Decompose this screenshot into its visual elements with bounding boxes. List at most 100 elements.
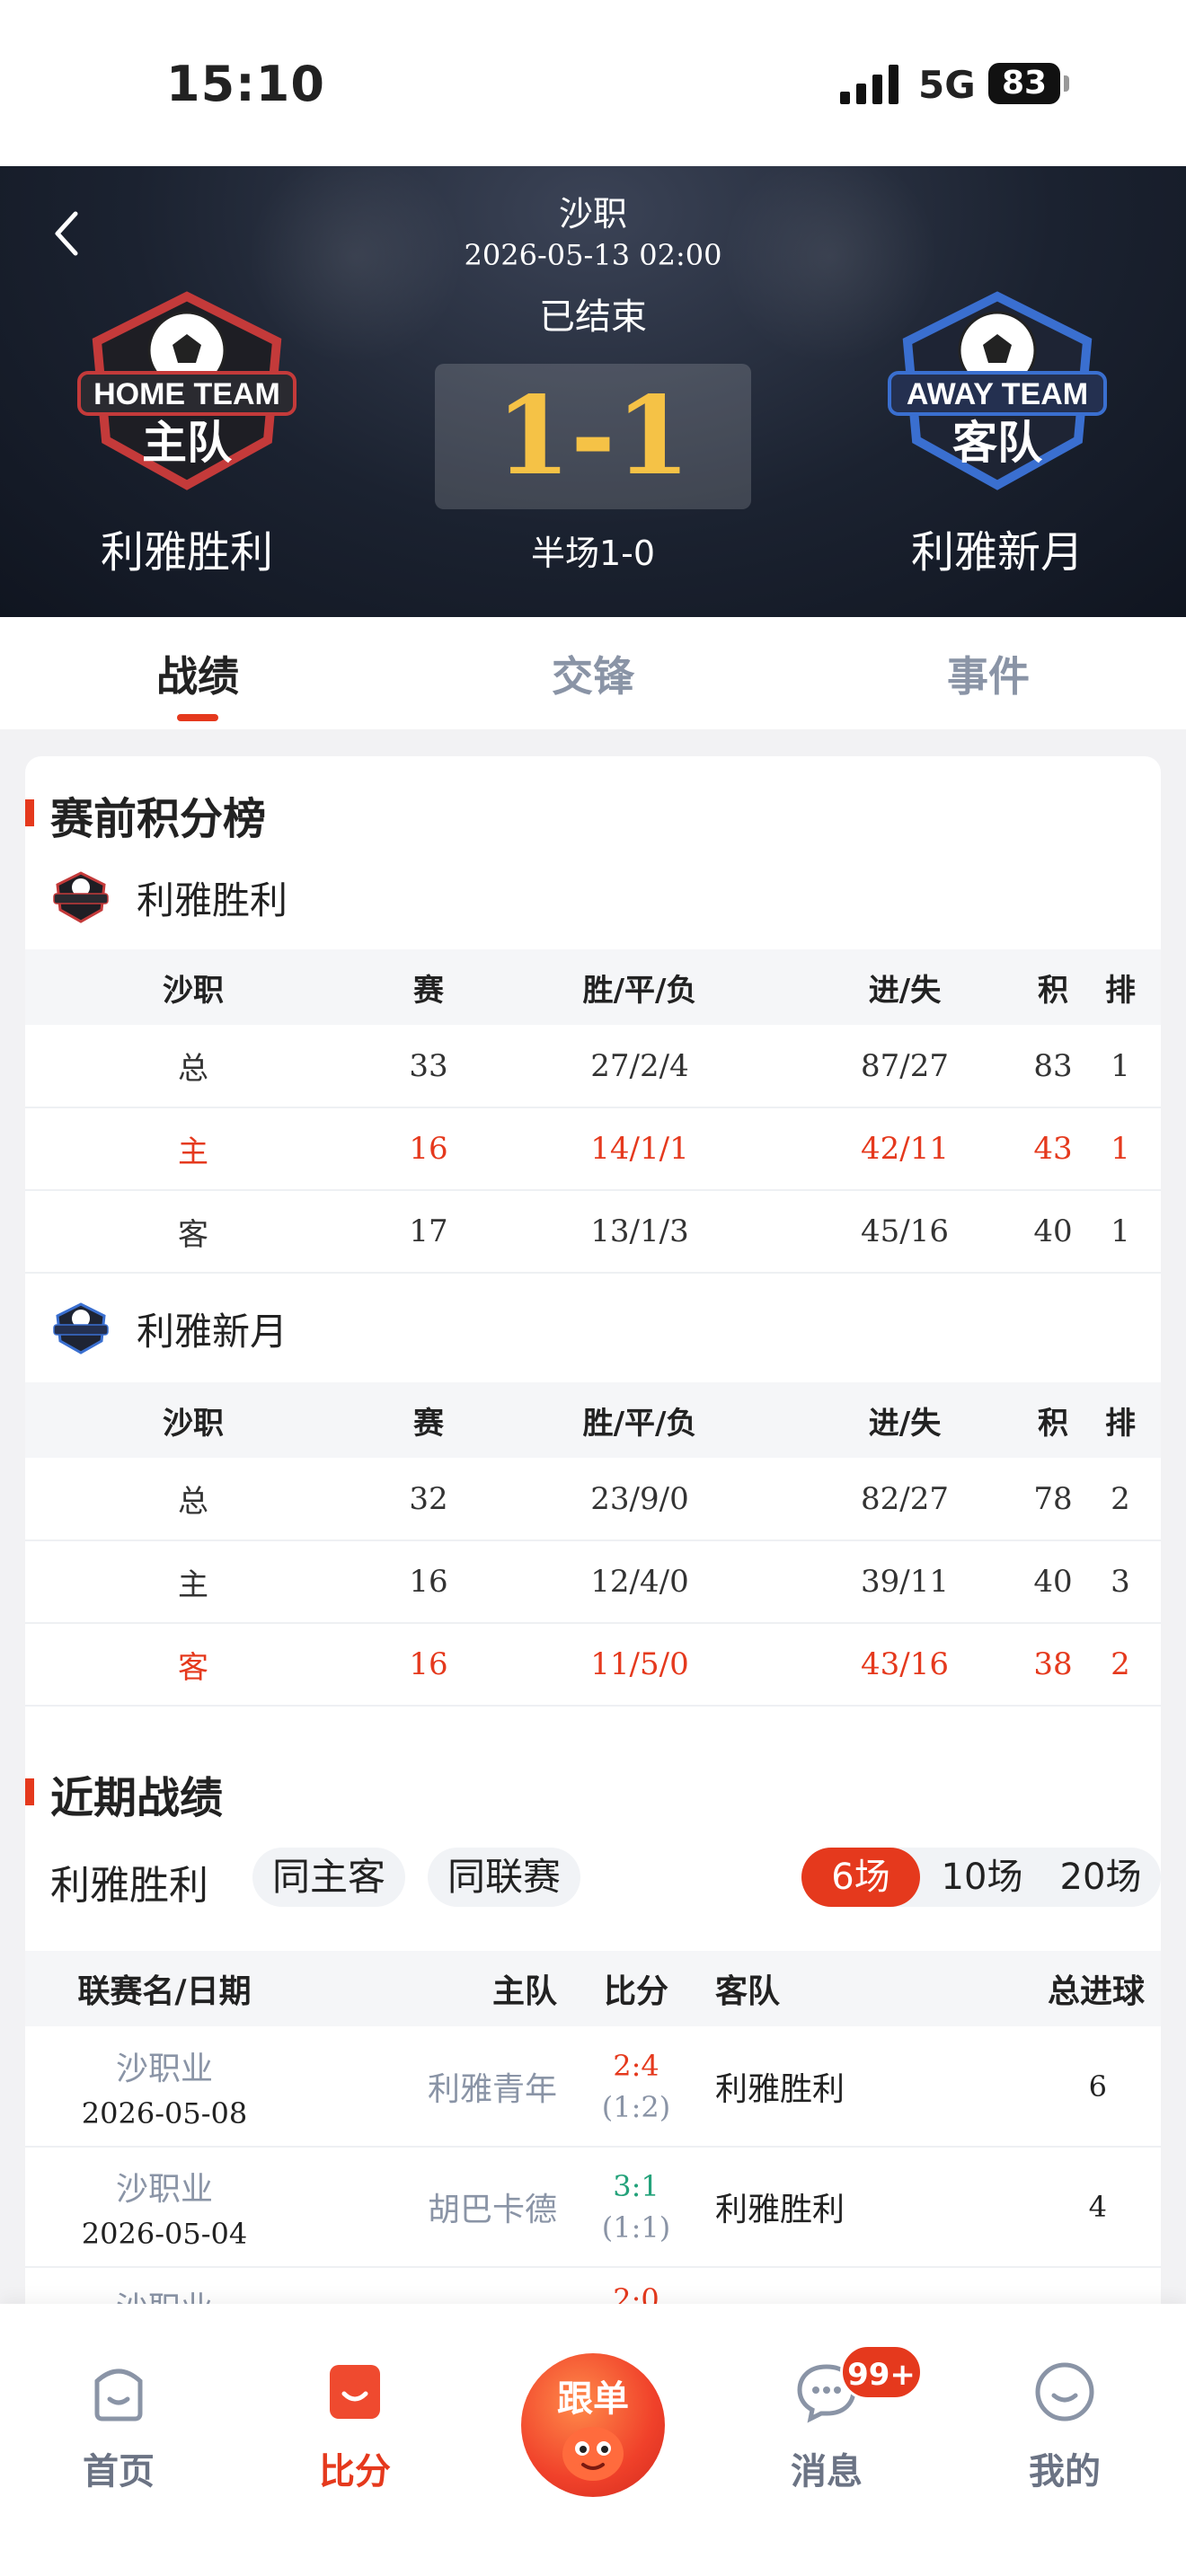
table-row: 客 17 13/1/3 45/16 40 1 [25, 1190, 1161, 1274]
row-label: 客 [25, 1190, 361, 1274]
row-total-goals: 4 [960, 2147, 1161, 2268]
cell-rank: 1 [1080, 1190, 1161, 1274]
row-away-team: 利雅胜利 [690, 2147, 960, 2268]
col-header: 沙职 [25, 1382, 361, 1458]
cell-wdl: 11/5/0 [496, 1623, 783, 1707]
col-header: 进/失 [783, 949, 1026, 1025]
cell-played: 33 [361, 1025, 496, 1108]
cell-goals: 39/11 [783, 1540, 1026, 1624]
match-datetime: 2026-05-13 02:00 [464, 238, 722, 272]
col-header: 赛 [361, 1382, 496, 1458]
cell-points: 43 [1026, 1107, 1080, 1191]
standings-title: 赛前积分榜 [50, 794, 267, 844]
home-face-icon [94, 2369, 143, 2422]
cell-rank: 2 [1080, 1623, 1161, 1707]
away-team-mini-logo [53, 1302, 109, 1354]
filter-same-league[interactable]: 同联赛 [428, 1848, 581, 1907]
section-marker [25, 1778, 34, 1805]
recent-title: 近期战绩 [50, 1773, 224, 1823]
nav-score-label: 比分 [319, 2451, 391, 2492]
battery-icon: 83 [988, 63, 1060, 104]
nav-home[interactable]: 首页 [51, 2358, 186, 2494]
count-6[interactable]: 6场 [801, 1848, 920, 1907]
nav-messages-label: 消息 [791, 2451, 863, 2492]
table-row: 总 32 23/9/0 82/27 78 2 [25, 1458, 1161, 1541]
row-score: 3:1 [613, 2169, 659, 2203]
col-header: 排 [1080, 949, 1161, 1025]
follow-bet-button[interactable]: 跟单 [521, 2353, 665, 2497]
standings-team-home: 利雅胜利 [50, 866, 288, 929]
count-10[interactable]: 10场 [924, 1848, 1040, 1907]
cell-points: 40 [1026, 1190, 1080, 1274]
standings-team-away: 利雅新月 [50, 1297, 288, 1360]
match-header: 沙职 2026-05-13 02:00 已结束 HOME TEAM 主队 AWA… [0, 166, 1186, 617]
home-logo-line2: 主队 [142, 417, 233, 469]
tab-head-to-head[interactable]: 交锋 [503, 644, 683, 703]
row-league: 沙职业 [115, 2050, 213, 2087]
col-header: 进/失 [783, 1382, 1026, 1458]
table-row[interactable]: 沙职业 2026-05-08 利雅青年 2:4 (1:2) 利雅胜利 6 [25, 2026, 1161, 2148]
cell-rank: 1 [1080, 1107, 1161, 1191]
col-header: 总进球 [960, 1951, 1161, 2026]
nav-profile[interactable]: 我的 [997, 2358, 1132, 2494]
cell-goals: 87/27 [783, 1025, 1026, 1108]
col-header: 胜/平/负 [496, 949, 783, 1025]
row-label: 主 [25, 1107, 361, 1191]
active-tab-indicator [177, 714, 218, 721]
tab-events[interactable]: 事件 [898, 644, 1078, 703]
home-logo-line1: HOME TEAM [93, 377, 280, 411]
row-date: 2026-05-04 [81, 2217, 248, 2251]
cell-goals: 45/16 [783, 1190, 1026, 1274]
row-league: 沙职业 [115, 2171, 213, 2208]
away-team-name[interactable]: 利雅新月 [845, 516, 1150, 579]
cell-goals: 42/11 [783, 1107, 1026, 1191]
league-name: 沙职 [558, 194, 627, 234]
cell-rank: 3 [1080, 1540, 1161, 1624]
row-away-team: 利雅胜利 [690, 2026, 960, 2148]
cell-points: 78 [1026, 1458, 1080, 1541]
count-20[interactable]: 20场 [1042, 1848, 1159, 1907]
unread-badge: 99+ [840, 2344, 923, 2400]
battery-cap [1064, 75, 1069, 92]
follow-bet-label: 跟单 [557, 2378, 629, 2420]
nav-profile-label: 我的 [1029, 2451, 1101, 2492]
final-score: 1-1 [435, 364, 751, 509]
home-team-name[interactable]: 利雅胜利 [34, 516, 340, 579]
nav-score[interactable]: 比分 [288, 2358, 422, 2494]
tab-record[interactable]: 战绩 [108, 644, 288, 703]
profile-smile-icon [1035, 2362, 1094, 2422]
col-header: 胜/平/负 [496, 1382, 783, 1458]
standings-table-away: 沙职 赛 胜/平/负 进/失 积 排 总 32 23/9/0 82/27 78 … [25, 1382, 1161, 1707]
cell-wdl: 27/2/4 [496, 1025, 783, 1108]
status-bar: 15:10 5G 83 [0, 0, 1186, 166]
cell-wdl: 13/1/3 [496, 1190, 783, 1274]
status-time: 15:10 [166, 56, 325, 112]
standings-table-home: 沙职 赛 胜/平/负 进/失 积 排 总 33 27/2/4 87/27 83 … [25, 949, 1161, 1274]
home-team-mini-logo [53, 871, 109, 923]
nav-home-label: 首页 [83, 2451, 155, 2492]
recent-filter-row: 利雅胜利 同主客 同联赛 6场 10场 20场 [50, 1848, 1161, 1910]
col-header: 沙职 [25, 949, 361, 1025]
home-team-logo: HOME TEAM 主队 [77, 291, 296, 490]
col-header: 联赛名/日期 [25, 1951, 304, 2026]
cell-wdl: 12/4/0 [496, 1540, 783, 1624]
cell-played: 32 [361, 1458, 496, 1541]
cell-points: 38 [1026, 1623, 1080, 1707]
col-header: 比分 [582, 1951, 690, 2026]
filter-same-venue[interactable]: 同主客 [252, 1848, 406, 1907]
row-label: 客 [25, 1623, 361, 1707]
away-team-logo: AWAY TEAM 客队 [888, 291, 1107, 490]
table-row[interactable]: 沙职业 2026-05-04 胡巴卡德 3:1 (1:1) 利雅胜利 4 [25, 2147, 1161, 2268]
cell-points: 40 [1026, 1540, 1080, 1624]
cell-goals: 82/27 [783, 1458, 1026, 1541]
col-header: 积 [1026, 1382, 1080, 1458]
row-half-score: (1:1) [601, 2210, 671, 2245]
standings-team-name: 利雅胜利 [137, 878, 288, 922]
standings-team-name: 利雅新月 [137, 1309, 288, 1354]
detail-tabs: 战绩 交锋 事件 [0, 617, 1186, 729]
col-header: 排 [1080, 1382, 1161, 1458]
row-label: 总 [25, 1025, 361, 1108]
score-icon [330, 2365, 380, 2419]
away-logo-line2: 客队 [952, 417, 1043, 469]
cell-played: 16 [361, 1107, 496, 1191]
